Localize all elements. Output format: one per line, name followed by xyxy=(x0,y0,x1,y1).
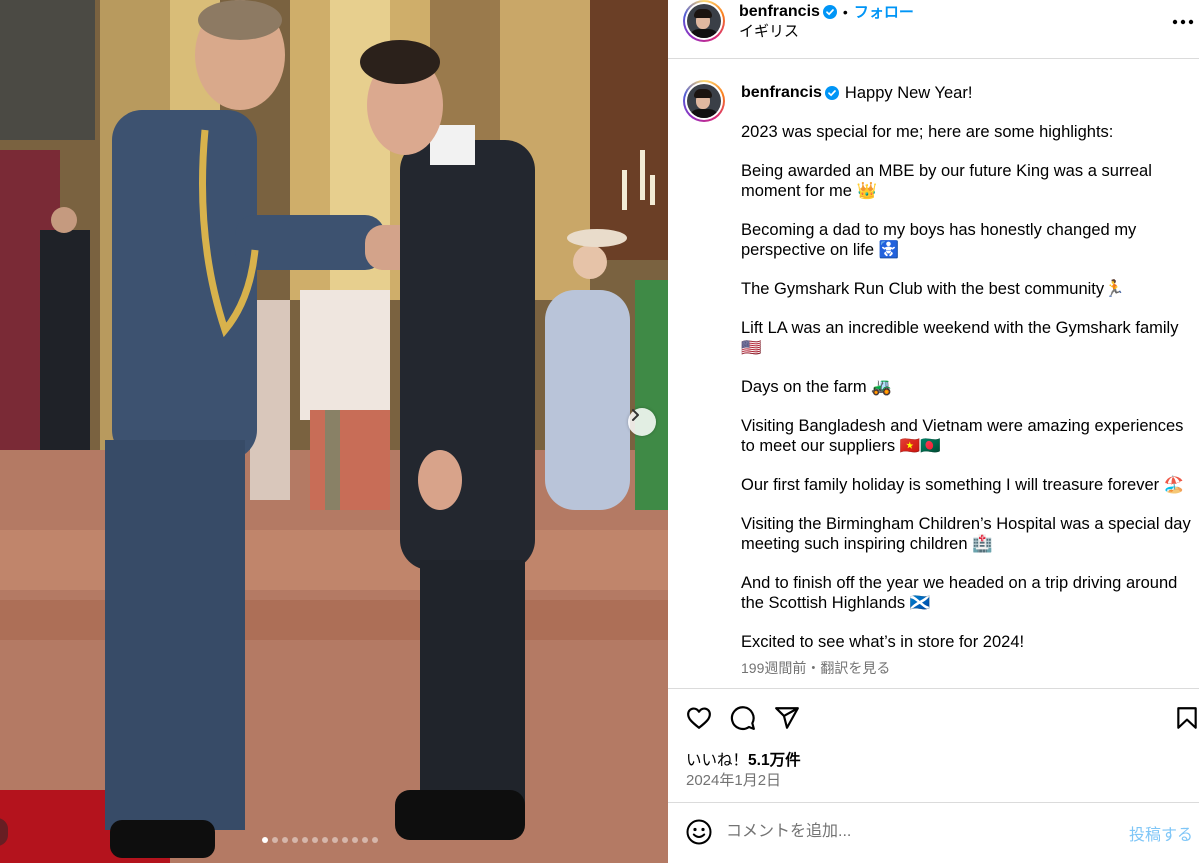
post-comment-button[interactable]: 投稿する xyxy=(1129,821,1193,845)
comment-input[interactable] xyxy=(726,820,1116,844)
carousel-next-button[interactable] xyxy=(628,408,656,436)
caption-paragraph: Days on the farm 🚜 xyxy=(741,378,892,396)
caption-text: benfrancis Happy New Year! 2023 was spec… xyxy=(741,83,1191,678)
carousel-dot xyxy=(352,837,358,843)
caption-first-line: Happy New Year! xyxy=(844,84,973,102)
carousel-dot xyxy=(362,837,368,843)
caption-paragraph: And to finish off the year we headed on … xyxy=(741,574,1178,612)
carousel-dot xyxy=(262,837,268,843)
post-date[interactable]: 2024年1月2日 xyxy=(686,769,781,790)
carousel-dot xyxy=(282,837,288,843)
carousel-indicator xyxy=(262,837,378,843)
share-icon[interactable] xyxy=(774,705,800,731)
emoji-icon[interactable] xyxy=(685,818,713,846)
post-photo xyxy=(0,0,668,863)
caption-paragraph: The Gymshark Run Club with the best comm… xyxy=(741,280,1125,298)
header-separator: • xyxy=(842,3,848,20)
caption-paragraph: Excited to see what’s in store for 2024! xyxy=(741,633,1025,651)
chevron-right-icon xyxy=(632,409,639,421)
post-side-panel: benfrancis • フォロー イギリス benfrancis Happy … xyxy=(668,0,1199,863)
header-user-line: benfrancis • フォロー xyxy=(739,1,914,22)
carousel-dot xyxy=(342,837,348,843)
caption-paragraph: Being awarded an MBE by our future King … xyxy=(741,162,1152,200)
caption-paragraph: 2023 was special for me; here are some h… xyxy=(741,123,1114,141)
verified-badge-icon xyxy=(822,4,837,19)
author-avatar[interactable] xyxy=(683,0,725,42)
heart-icon[interactable] xyxy=(686,705,712,731)
carousel-dot xyxy=(372,837,378,843)
carousel-dot xyxy=(312,837,318,843)
post-location[interactable]: イギリス xyxy=(739,20,799,41)
likes-count[interactable]: いいね！5.1万件 xyxy=(686,748,801,770)
caption-username[interactable]: benfrancis xyxy=(741,83,822,103)
action-bar xyxy=(686,705,800,731)
more-options-icon[interactable] xyxy=(1171,18,1195,26)
caption-author-avatar[interactable] xyxy=(683,80,725,122)
bookmark-icon[interactable] xyxy=(1174,705,1199,731)
likes-prefix: いいね！ xyxy=(686,752,749,769)
caption-paragraph: Becoming a dad to my boys has honestly c… xyxy=(741,221,1137,259)
verified-badge-icon xyxy=(824,86,839,100)
actions-divider xyxy=(668,688,1199,689)
caption-paragraph: Visiting Bangladesh and Vietnam were ama… xyxy=(741,417,1184,455)
carousel-dot xyxy=(292,837,298,843)
caption-paragraph: Lift LA was an incredible weekend with t… xyxy=(741,319,1179,357)
carousel-dot xyxy=(302,837,308,843)
follow-button[interactable]: フォロー xyxy=(854,1,914,22)
comment-divider xyxy=(668,802,1199,803)
see-translation-link[interactable]: 199週間前・翻訳を見る xyxy=(741,658,1191,678)
caption-paragraph: Our first family holiday is something I … xyxy=(741,476,1185,494)
post-header: benfrancis • フォロー イギリス xyxy=(668,0,1199,59)
caption-paragraph: Visiting the Birmingham Children’s Hospi… xyxy=(741,515,1191,553)
carousel-dot xyxy=(332,837,338,843)
post-media[interactable] xyxy=(0,0,668,863)
comment-icon[interactable] xyxy=(730,705,756,731)
author-username[interactable]: benfrancis xyxy=(739,3,820,21)
carousel-dot xyxy=(272,837,278,843)
carousel-dot xyxy=(322,837,328,843)
likes-number: 5.1万件 xyxy=(748,752,801,769)
caption-area[interactable]: benfrancis Happy New Year! 2023 was spec… xyxy=(668,60,1199,688)
